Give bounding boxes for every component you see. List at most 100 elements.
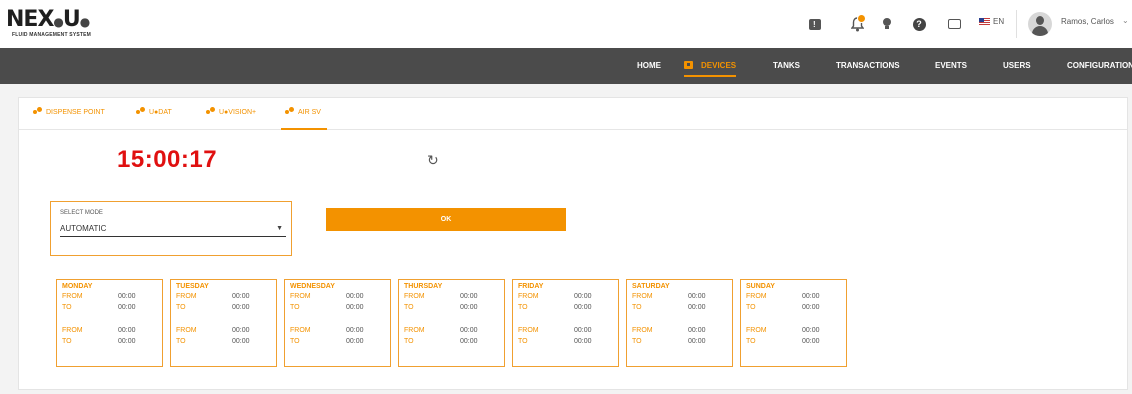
chevron-down-icon[interactable]: ⌄ (1122, 16, 1129, 25)
to-row-1: TO 00:00 (746, 304, 820, 311)
to-time[interactable]: 00:00 (346, 304, 364, 311)
nav-devices-label: DEVICES (701, 61, 737, 70)
to-time[interactable]: 00:00 (460, 338, 478, 345)
day-name: MONDAY (62, 283, 93, 290)
to-time[interactable]: 00:00 (688, 304, 706, 311)
tab-label: U●DAT (149, 109, 172, 116)
to-row-2: TO 00:00 (518, 338, 592, 345)
device-icon (136, 107, 146, 115)
day-name: TUESDAY (176, 283, 209, 290)
keyboard-icon[interactable] (945, 15, 963, 33)
from-time[interactable]: 00:00 (118, 327, 136, 334)
from-time[interactable]: 00:00 (802, 293, 820, 300)
logo-subtitle: FLUID MANAGEMENT SYSTEM (12, 32, 92, 38)
refresh-icon[interactable]: ↻ (427, 152, 439, 169)
nav-users[interactable]: USERS (1003, 48, 1031, 84)
from-time[interactable]: 00:00 (574, 327, 592, 334)
tab-label: AIR SV (298, 109, 321, 116)
from-time[interactable]: 00:00 (346, 327, 364, 334)
day-name: THURSDAY (404, 283, 443, 290)
day-schedule-thursday: THURSDAY FROM 00:00 TO 00:00 FROM 00:00 TO 0… (398, 279, 505, 367)
from-row-1: FROM 00:00 (632, 293, 706, 300)
tab-air-sv[interactable]: AIR SV (281, 98, 327, 130)
day-schedule-tuesday: TUESDAY FROM 00:00 TO 00:00 FROM 00:00 TO 00… (170, 279, 277, 367)
from-row-1: FROM 00:00 (746, 293, 820, 300)
device-clock: 15:00:17 (117, 146, 218, 173)
day-name: SATURDAY (632, 283, 670, 290)
tab-dispense-point[interactable]: DISPENSE POINT (33, 98, 105, 130)
nav-home[interactable]: HOME (637, 48, 661, 84)
to-row-1: TO 00:00 (404, 304, 478, 311)
bulb-icon[interactable] (878, 15, 896, 33)
from-time[interactable]: 00:00 (232, 293, 250, 300)
logo-text-2: U (62, 7, 81, 32)
nav-configuration[interactable]: CONFIGURATION (1067, 48, 1132, 84)
from-time[interactable]: 00:00 (118, 293, 136, 300)
from-time[interactable]: 00:00 (460, 293, 478, 300)
mode-label: SELECT MODE (60, 210, 103, 216)
device-tabs: DISPENSE POINT U●DAT U●VISION+ AIR SV (19, 98, 1127, 130)
from-row-2: FROM 00:00 (290, 327, 364, 334)
to-row-1: TO 00:00 (176, 304, 250, 311)
device-icon (33, 107, 43, 115)
tab-uvision[interactable]: U●VISION+ (206, 98, 256, 130)
day-schedule-wednesday: WEDNESDAY FROM 00:00 TO 00:00 FROM 00:00 TO… (284, 279, 391, 367)
to-time[interactable]: 00:00 (802, 338, 820, 345)
from-time[interactable]: 00:00 (232, 327, 250, 334)
to-row-1: TO 00:00 (290, 304, 364, 311)
mode-select[interactable]: AUTOMATIC ▼ (60, 221, 286, 237)
to-time[interactable]: 00:00 (802, 304, 820, 311)
nexu-logo[interactable]: NEX●U● FLUID MANAGEMENT SYSTEM (6, 8, 116, 40)
from-time[interactable]: 00:00 (688, 327, 706, 334)
to-time[interactable]: 00:00 (346, 338, 364, 345)
help-icon[interactable]: ? (910, 15, 928, 33)
avatar[interactable] (1028, 12, 1052, 36)
logo-text: NEX (6, 7, 54, 32)
from-time[interactable]: 00:00 (574, 293, 592, 300)
to-row-2: TO 00:00 (404, 338, 478, 345)
day-name: FRIDAY (518, 283, 544, 290)
to-row-1: TO 00:00 (632, 304, 706, 311)
to-time[interactable]: 00:00 (574, 338, 592, 345)
from-row-2: FROM 00:00 (746, 327, 820, 334)
flag-icon (979, 18, 990, 25)
from-time[interactable]: 00:00 (346, 293, 364, 300)
to-row-1: TO 00:00 (62, 304, 136, 311)
to-time[interactable]: 00:00 (118, 304, 136, 311)
tab-udat[interactable]: U●DAT (136, 98, 172, 130)
from-time[interactable]: 00:00 (802, 327, 820, 334)
tab-label: U●VISION+ (219, 109, 257, 116)
day-name: WEDNESDAY (290, 283, 335, 290)
to-row-2: TO 00:00 (176, 338, 250, 345)
devices-icon (684, 61, 693, 69)
to-time[interactable]: 00:00 (574, 304, 592, 311)
from-time[interactable]: 00:00 (688, 293, 706, 300)
to-row-1: TO 00:00 (518, 304, 592, 311)
to-time[interactable]: 00:00 (232, 304, 250, 311)
from-row-2: FROM 00:00 (176, 327, 250, 334)
from-row-1: FROM 00:00 (62, 293, 136, 300)
to-time[interactable]: 00:00 (232, 338, 250, 345)
ok-button[interactable]: OK (326, 208, 566, 231)
nav-devices[interactable]: DEVICES (684, 48, 737, 84)
from-row-1: FROM 00:00 (404, 293, 478, 300)
to-time[interactable]: 00:00 (460, 304, 478, 311)
bell-icon[interactable] (848, 14, 866, 33)
language-selector[interactable]: EN (979, 17, 1004, 26)
from-row-2: FROM 00:00 (404, 327, 478, 334)
day-schedule-sunday: SUNDAY FROM 00:00 TO 00:00 FROM 00:00 TO 00:… (740, 279, 847, 367)
from-time[interactable]: 00:00 (460, 327, 478, 334)
nav-events[interactable]: EVENTS (935, 48, 967, 84)
user-name[interactable]: Ramos, Carlos (1061, 17, 1114, 26)
to-time[interactable]: 00:00 (118, 338, 136, 345)
to-time[interactable]: 00:00 (688, 338, 706, 345)
chat-icon[interactable] (806, 15, 824, 33)
nav-tanks[interactable]: TANKS (773, 48, 800, 84)
nav-transactions[interactable]: TRANSACTIONS (836, 48, 900, 84)
active-nav-indicator (684, 75, 737, 77)
device-icon (285, 107, 295, 115)
day-schedule-friday: FRIDAY FROM 00:00 TO 00:00 FROM 00:00 TO 00:… (512, 279, 619, 367)
main-nav: HOME DEVICES TANKS TRANSACTIONS EVENTS U… (0, 48, 1132, 84)
mode-value: AUTOMATIC (60, 224, 107, 233)
day-schedule-monday: MONDAY FROM 00:00 TO 00:00 FROM 00:00 TO 00:… (56, 279, 163, 367)
